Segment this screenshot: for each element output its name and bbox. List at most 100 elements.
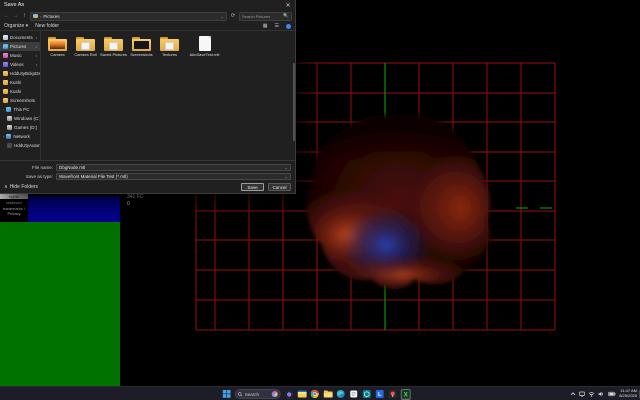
blue-preview-panel — [28, 196, 120, 222]
sidebar-item-label: Music — [10, 53, 22, 58]
folder-icon — [160, 37, 179, 51]
file-list: CameraCamera RollSaved PicturesScreensho… — [41, 31, 295, 160]
file-item-label: AltoSaveTest.mtl — [190, 52, 220, 57]
view-list-icon[interactable]: ☰ — [275, 23, 279, 29]
sidebar-item-screenshots[interactable]: Screenshots — [0, 96, 40, 105]
hide-folders-label: Hide Folders — [10, 184, 38, 190]
save-type-dropdown-icon[interactable]: ⌄ — [285, 174, 288, 179]
taskbar-clock[interactable]: 11:47 AM 8/25/2025 — [619, 389, 637, 398]
sidebar-item-this-pc[interactable]: › This PC — [0, 105, 40, 114]
sidebar-item-network[interactable]: ›Network — [0, 132, 40, 141]
folder-item-screenshots[interactable]: Screenshots — [128, 35, 155, 57]
sidebar-item-hddutybckpdsk[interactable]: HddUtyBckpDsk — [0, 69, 40, 78]
pictures-icon — [3, 44, 8, 49]
chrome-icon[interactable] — [310, 389, 320, 400]
new-folder-button[interactable]: New folder — [35, 23, 59, 29]
wifi-icon[interactable] — [588, 391, 595, 397]
dialog-sidebar: Documents•Pictures•Music•Videos•HddUtyBc… — [0, 31, 41, 160]
3d-viewer-app-icon[interactable] — [362, 389, 372, 400]
sidebar-item-pictures[interactable]: Pictures• — [0, 42, 40, 51]
back-icon[interactable]: ← — [3, 13, 10, 19]
3d-model-mesh — [298, 103, 498, 298]
stats-line2: 0 — [127, 201, 143, 208]
file-name-input[interactable]: DbgNode.mtl ⌄ — [56, 164, 291, 171]
document-icon — [3, 35, 8, 40]
sidebar-item-windows-c[interactable]: Windows (C:) — [0, 114, 40, 123]
folder-thumbnail — [165, 42, 174, 50]
hide-folders-button[interactable]: ∧ Hide Folders — [4, 184, 38, 190]
folder-item-textures[interactable]: Textures — [156, 35, 183, 57]
breadcrumb-chevron-icon: › — [40, 14, 41, 19]
taskbar-search-label: Search — [245, 392, 270, 397]
battery-icon[interactable] — [608, 391, 616, 397]
drive-icon — [7, 125, 12, 130]
breadcrumb-location[interactable]: Pictures — [43, 14, 59, 19]
search-input[interactable]: Search Pictures 🔍 — [239, 12, 292, 21]
folder-icon — [48, 37, 67, 51]
sidebar-item-label: Screenshots — [10, 98, 35, 103]
save-type-value: Wavefront Material File Test (*.mtl) — [59, 174, 128, 179]
file-name-dropdown-icon[interactable]: ⌄ — [285, 165, 288, 170]
sidebar-item-label: This PC — [13, 107, 29, 112]
dialog-titlebar: Save As ✕ — [0, 0, 295, 10]
folder-icon — [104, 37, 123, 51]
help-icon[interactable] — [286, 24, 291, 29]
sidebar-item-label: HddUtyBckpDsk — [10, 71, 40, 76]
monitor-icon[interactable] — [579, 391, 585, 397]
folder-icon — [76, 37, 95, 51]
save-type-select[interactable]: Wavefront Material File Test (*.mtl) ⌄ — [56, 173, 291, 180]
sidebar-item-music[interactable]: Music• — [0, 51, 40, 60]
save-type-label: Save as type: — [0, 174, 56, 179]
sidebar-item-hddutyautomat[interactable]: HddUtyAutomat — [0, 141, 40, 150]
pin-icon: • — [36, 62, 37, 67]
file-item-altosavetest-mtl[interactable]: AltoSaveTest.mtl — [191, 35, 218, 57]
refresh-icon[interactable]: ⟳ — [229, 13, 237, 19]
file-item-label: Saved Pictures — [100, 52, 127, 57]
chevron-up-icon[interactable] — [570, 391, 576, 397]
file-item-label: Textures — [162, 52, 177, 57]
notes-app-icon[interactable] — [349, 389, 359, 400]
start-icon[interactable] — [222, 389, 232, 400]
sidebar-item-label: Games (D:) — [14, 125, 37, 130]
save-button[interactable]: Save — [241, 183, 264, 191]
expand-chevron-icon[interactable]: › — [3, 107, 4, 112]
expand-chevron-icon[interactable]: › — [3, 134, 4, 139]
folder-icon[interactable] — [323, 389, 333, 400]
file-explorer-icon[interactable] — [297, 389, 307, 400]
edge-icon[interactable] — [336, 389, 346, 400]
x-app-icon[interactable]: X — [401, 389, 411, 400]
sidebar-item-label: Windows (C:) — [14, 116, 40, 121]
address-bar[interactable]: › Pictures ⌄ — [30, 12, 227, 21]
sidebar-item-label: Kushi — [10, 89, 21, 94]
cancel-button[interactable]: Cancel — [268, 183, 291, 191]
file-item-label: Screenshots — [130, 52, 152, 57]
taskbar-search-input[interactable]: Search — [235, 389, 281, 399]
clock-date: 8/25/2025 — [619, 394, 637, 399]
address-dropdown-icon[interactable]: ⌄ — [221, 14, 224, 19]
sidebar-item-games-d[interactable]: Games (D:) — [0, 123, 40, 132]
sidebar-scrollbar[interactable] — [293, 63, 295, 141]
sidebar-item-videos[interactable]: Videos• — [0, 60, 40, 69]
sidebar-item-kushi[interactable]: Kushi — [0, 78, 40, 87]
command-bar: Organize ▾ New folder ▦ ☰ — [0, 22, 295, 31]
up-icon[interactable]: ↑ — [21, 13, 28, 19]
close-icon[interactable]: ✕ — [281, 0, 295, 10]
sidebar-item-documents[interactable]: Documents• — [0, 33, 40, 42]
sidebar-item-kushi[interactable]: Kushi — [0, 87, 40, 96]
magnifier-icon: 🔍 — [283, 13, 289, 19]
l-app-icon[interactable]: L — [375, 389, 385, 400]
folder-item-camera-roll[interactable]: Camera Roll — [72, 35, 99, 57]
copilot-icon[interactable] — [284, 389, 294, 400]
svg-text:X: X — [404, 392, 408, 398]
folder-item-camera[interactable]: Camera — [44, 35, 71, 57]
viewport-stats: 341 FC 0 — [127, 194, 143, 208]
media-device-icon — [7, 143, 12, 148]
music-icon — [3, 53, 8, 58]
volume-icon[interactable] — [598, 391, 605, 397]
forward-icon[interactable]: → — [12, 13, 19, 19]
organize-button[interactable]: Organize ▾ — [4, 23, 28, 29]
folder-thumbnail — [50, 41, 65, 49]
pin-app-icon[interactable] — [388, 389, 398, 400]
folder-item-saved-pictures[interactable]: Saved Pictures — [100, 35, 127, 57]
view-grid-icon[interactable]: ▦ — [263, 23, 268, 29]
